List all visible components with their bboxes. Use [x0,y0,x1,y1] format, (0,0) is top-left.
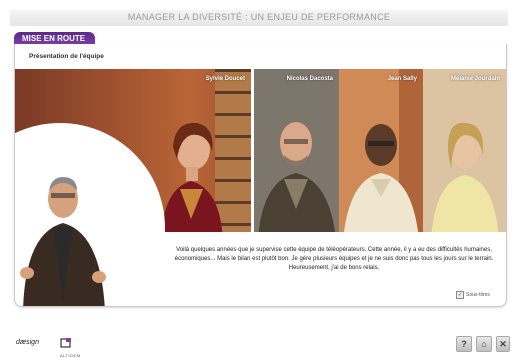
name-jean: Jean Sally [387,76,417,82]
close-button[interactable]: ✕ [496,336,510,352]
subtitles-label: Sous-titres [466,292,490,298]
portrait-nicolas: Nicolas Dacosta [254,69,339,240]
section-title: Présentation de l'équipe [29,53,104,60]
header-bar: MANAGER LA DIVERSITÉ : UN ENJEU DE PERFO… [10,10,508,26]
altidem-logo: ALTIDEM [60,335,90,358]
subtitles-checkbox[interactable]: ✓ [456,291,464,299]
jean-illustration [339,69,423,240]
home-button[interactable]: ⌂ [476,336,492,352]
name-sylvie: Sylvie Doucet [205,76,245,82]
daesign-logo: dæsign [16,339,39,346]
nicolas-illustration [254,69,339,240]
portrait-jean: Jean Sally [339,69,423,240]
narrator-manager [20,177,106,306]
altidem-icon [60,338,71,348]
content-panel: Présentation de l'équipe Sylvie Doucet N… [14,44,507,307]
help-button[interactable]: ? [456,336,472,352]
name-melanie: Mélanie Jourdain [450,76,500,82]
team-scene: Sylvie Doucet Nicolas Dacosta Jean Sally… [15,69,506,306]
name-nicolas: Nicolas Dacosta [286,76,333,82]
melanie-illustration [423,69,506,240]
portrait-melanie: Mélanie Jourdain [423,69,506,240]
transcript-text: Voilà quelques années que je supervise c… [174,247,494,271]
subtitles-toggle[interactable]: ✓ Sous-titres [456,291,490,299]
app-title: MANAGER LA DIVERSITÉ : UN ENJEU DE PERFO… [127,12,391,22]
